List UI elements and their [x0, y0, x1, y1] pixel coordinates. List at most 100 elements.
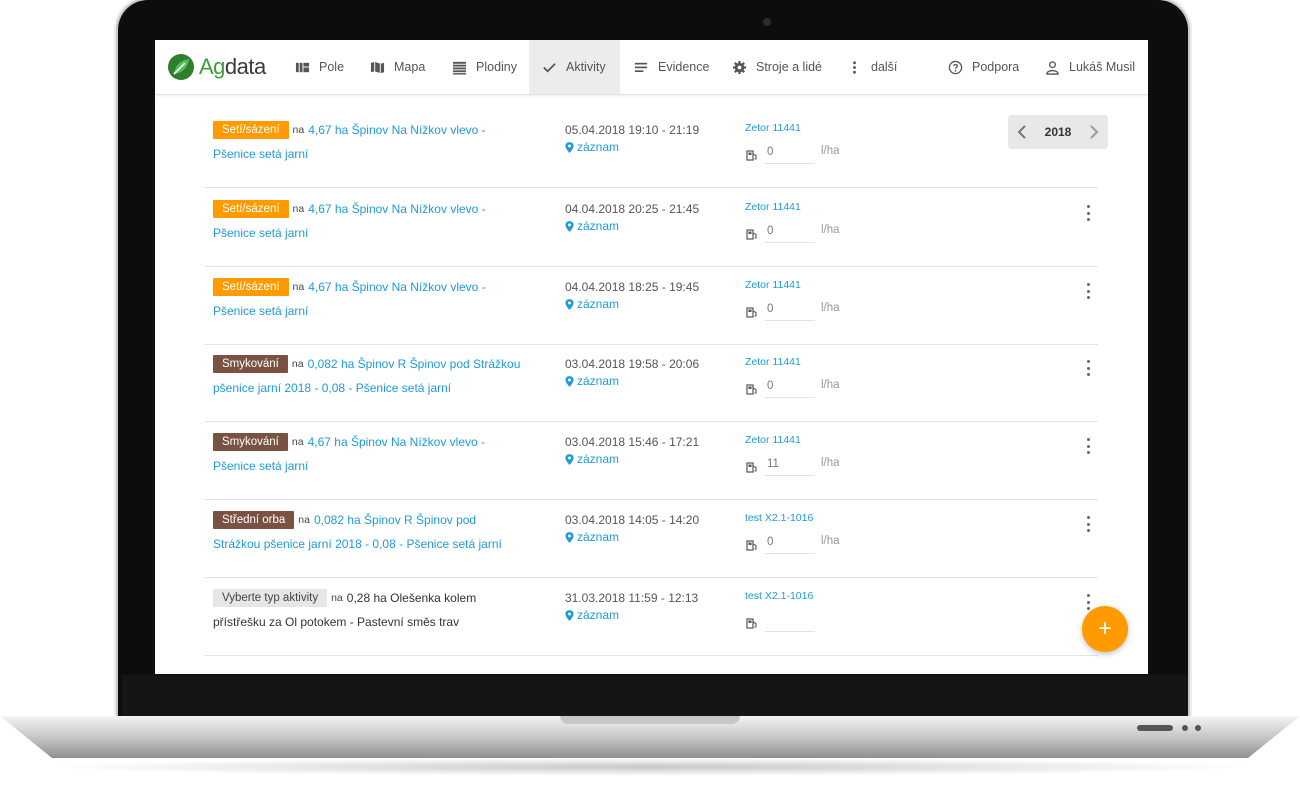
- field-link[interactable]: 4,67 ha Špinov Na Nížkov vlevo -: [308, 123, 485, 137]
- activity-datetime: 31.03.2018 11:59 - 12:13: [565, 591, 699, 605]
- activity-row[interactable]: Vyberte typ aktivity na 0,28 ha Olešenka…: [205, 577, 1098, 656]
- nav-user[interactable]: Lukáš Musil: [1045, 40, 1135, 94]
- row-menu-icon[interactable]: [1083, 594, 1093, 610]
- machine-link[interactable]: Zetor 11441: [745, 434, 801, 446]
- fuel-consumption-input[interactable]: [765, 375, 815, 398]
- record-link[interactable]: záznam: [565, 530, 619, 544]
- row-menu-icon[interactable]: [1083, 205, 1093, 221]
- map-icon: [370, 61, 385, 73]
- activity-type-badge[interactable]: Smykování: [213, 433, 288, 451]
- fuel-consumption-input[interactable]: [765, 220, 815, 243]
- na-label: na: [291, 358, 304, 370]
- fuel-icon: [746, 540, 757, 551]
- machine-link[interactable]: test X2.1-1016: [745, 590, 813, 602]
- row-menu-icon[interactable]: [1083, 516, 1093, 532]
- nav-dalsi[interactable]: další: [847, 40, 897, 94]
- record-link[interactable]: záznam: [565, 219, 619, 233]
- machine-link[interactable]: test X2.1-1016: [745, 512, 813, 524]
- activity-datetime: 04.04.2018 18:25 - 19:45: [565, 280, 700, 294]
- activity-type-badge[interactable]: Vyberte typ aktivity: [213, 589, 328, 607]
- chevron-left-icon[interactable]: [1016, 125, 1028, 139]
- camera-icon: [763, 18, 771, 26]
- agdata-logo[interactable]: Agdata: [167, 53, 266, 81]
- chevron-right-icon[interactable]: [1088, 125, 1100, 139]
- machine-link[interactable]: Zetor 11441: [745, 356, 801, 368]
- nav-evidence[interactable]: Evidence: [634, 40, 709, 94]
- record-link[interactable]: záznam: [565, 297, 619, 311]
- field-text-continued: přístřešku za Ol potokem - Pastevní směs…: [213, 615, 460, 629]
- add-activity-button[interactable]: +: [1082, 606, 1128, 652]
- unit-label: l/ha: [821, 535, 840, 547]
- more-vertical-icon: [853, 60, 856, 74]
- field-link-continued[interactable]: Pšenice setá jarní: [213, 147, 308, 161]
- field-link-continued[interactable]: pšenice jarní 2018 - 0,08 - Pšenice setá…: [213, 381, 451, 395]
- field-link[interactable]: 4,67 ha Špinov Na Nížkov vlevo -: [308, 435, 485, 449]
- record-label: záznam: [577, 452, 620, 466]
- record-link[interactable]: záznam: [565, 140, 619, 154]
- nav-label: Plodiny: [476, 60, 517, 74]
- activity-datetime: 03.04.2018 19:58 - 20:06: [565, 357, 700, 371]
- activity-datetime: 03.04.2018 15:46 - 17:21: [565, 435, 700, 449]
- record-label: záznam: [577, 219, 620, 233]
- nav-label: Aktivity: [566, 60, 606, 74]
- activity-type-badge[interactable]: Setí/sázení: [213, 121, 289, 139]
- record-link[interactable]: záznam: [565, 608, 619, 622]
- laptop-shadow: [40, 758, 1260, 776]
- fuel-consumption-input[interactable]: [765, 298, 815, 321]
- nav-pole[interactable]: Pole: [295, 40, 344, 94]
- nav-podpora[interactable]: Podpora: [948, 40, 1019, 94]
- record-link[interactable]: záznam: [565, 452, 619, 466]
- row-menu-icon[interactable]: [1083, 283, 1093, 299]
- activity-row[interactable]: Setí/sázení na 4,67 ha Špinov Na Nížkov …: [205, 266, 1098, 345]
- activity-row[interactable]: Setí/sázení na 4,67 ha Špinov Na Nížkov …: [205, 188, 1098, 267]
- activity-list: Setí/sázení na 4,67 ha Špinov Na Nížkov …: [155, 94, 1148, 674]
- record-label: záznam: [577, 374, 620, 388]
- laptop-lid-notch: [560, 716, 740, 724]
- logo-text: Agdata: [199, 54, 266, 80]
- laptop-light-icon: [1182, 725, 1188, 731]
- activity-title: Smykování na 4,67 ha Špinov Na Nížkov vl…: [213, 433, 485, 451]
- field-link[interactable]: 0,082 ha Špinov R Špinov pod Strážkou: [308, 357, 521, 371]
- row-menu-icon[interactable]: [1083, 360, 1093, 376]
- activity-type-badge[interactable]: Setí/sázení: [213, 278, 289, 296]
- field-link[interactable]: 4,67 ha Špinov Na Nížkov vlevo -: [308, 202, 485, 216]
- record-link[interactable]: záznam: [565, 374, 619, 388]
- field-link-continued[interactable]: Pšenice setá jarní: [213, 459, 308, 473]
- field-link[interactable]: 0,082 ha Špinov R Špinov pod: [314, 513, 476, 527]
- na-label: na: [292, 203, 305, 215]
- map-pin-icon: [565, 141, 574, 153]
- activity-row[interactable]: Střední orba na 0,082 ha Špinov R Špinov…: [205, 499, 1098, 578]
- field-link-continued[interactable]: Strážkou pšenice jarní 2018 - 0,08 - Pše…: [213, 537, 502, 551]
- activity-row[interactable]: Smykování na 4,67 ha Špinov Na Nížkov vl…: [205, 421, 1098, 500]
- activity-type-badge[interactable]: Setí/sázení: [213, 200, 289, 218]
- nav-mapa[interactable]: Mapa: [370, 40, 425, 94]
- laptop-light-icon: [1195, 725, 1201, 731]
- nav-plodiny[interactable]: Plodiny: [452, 40, 517, 94]
- nav-aktivity[interactable]: Aktivity: [529, 40, 620, 94]
- machine-link[interactable]: Zetor 11441: [745, 201, 801, 213]
- logo-suffix: data: [224, 54, 266, 79]
- activity-row[interactable]: Smykování na 0,082 ha Špinov R Špinov po…: [205, 343, 1098, 422]
- row-menu-icon[interactable]: [1083, 438, 1093, 454]
- fuel-consumption-input[interactable]: [765, 453, 815, 476]
- machine-link[interactable]: Zetor 11441: [745, 279, 801, 291]
- activity-row[interactable]: Setí/sázení na 4,67 ha Špinov Na Nížkov …: [205, 109, 1098, 188]
- field-link-continued[interactable]: Pšenice setá jarní: [213, 226, 308, 240]
- field-text: 0,28 ha Olešenka kolem: [346, 591, 477, 605]
- field-link-continued[interactable]: Pšenice setá jarní: [213, 304, 308, 318]
- laptop-grill: [1137, 725, 1173, 731]
- fuel-consumption-input[interactable]: [765, 141, 815, 164]
- map-pin-icon: [565, 375, 574, 387]
- crops-icon: [452, 61, 467, 75]
- nav-stroje-a-lide[interactable]: Stroje a lidé: [732, 40, 822, 94]
- field-link[interactable]: 4,67 ha Špinov Na Nížkov vlevo -: [308, 280, 485, 294]
- top-navbar: Agdata Pole Mapa Plodiny Aktivity Eviden…: [155, 40, 1148, 95]
- activity-type-badge[interactable]: Střední orba: [213, 511, 295, 529]
- activity-type-badge[interactable]: Smykování: [213, 355, 288, 373]
- check-icon: [543, 62, 556, 72]
- fuel-consumption-input[interactable]: [765, 609, 815, 632]
- unit-label: l/ha: [821, 302, 840, 314]
- fuel-icon: [746, 150, 757, 161]
- fuel-consumption-input[interactable]: [765, 531, 815, 554]
- machine-link[interactable]: Zetor 11441: [745, 122, 801, 134]
